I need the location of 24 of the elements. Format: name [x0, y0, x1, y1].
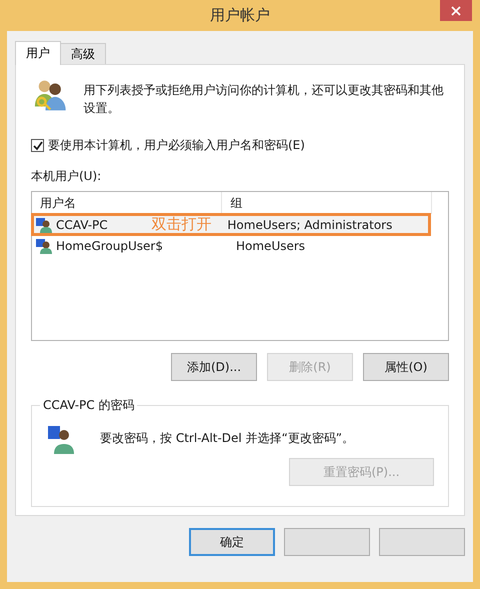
window-title: 用户帐户: [210, 5, 270, 26]
user-group: HomeUsers: [236, 238, 306, 252]
checkbox-label: 要使用本计算机，用户必须输入用户名和密码(E): [48, 137, 305, 154]
checkbox[interactable]: [31, 139, 44, 152]
users-label: 本机用户(U):: [31, 168, 102, 185]
tab[interactable]: 高级: [60, 43, 106, 64]
user-computer-icon: [36, 216, 52, 232]
user-group: HomeUsers; Administrators: [227, 218, 392, 232]
user-computer-icon: [46, 424, 76, 454]
close-icon: [451, 6, 461, 16]
tab[interactable]: 用户: [15, 41, 61, 65]
action-button[interactable]: 属性(O): [363, 353, 449, 381]
action-button[interactable]: 添加(D)...: [171, 353, 257, 381]
user-name: HomeGroupUser$: [56, 238, 163, 252]
password-hint: 要改密码，按 Ctrl-Alt-Del 并选择“更改密码”。: [100, 430, 354, 447]
close-button[interactable]: [440, 0, 472, 21]
group-title: CCAV-PC 的密码: [42, 397, 136, 414]
annotation-label: 双击打开: [151, 215, 212, 234]
user-computer-icon: [36, 238, 52, 254]
dialog-button[interactable]: 确定: [189, 528, 275, 556]
list-row[interactable]: CCAV-PC 双击打开 HomeUsers; Administrators: [32, 214, 430, 235]
description-text: 用下列表授予或拒绝用户访问你的计算机，还可以更改其密码和其他设置。: [84, 82, 445, 117]
user-name: CCAV-PC: [56, 218, 108, 232]
list-row[interactable]: HomeGroupUser$ HomeUsers: [32, 235, 448, 256]
